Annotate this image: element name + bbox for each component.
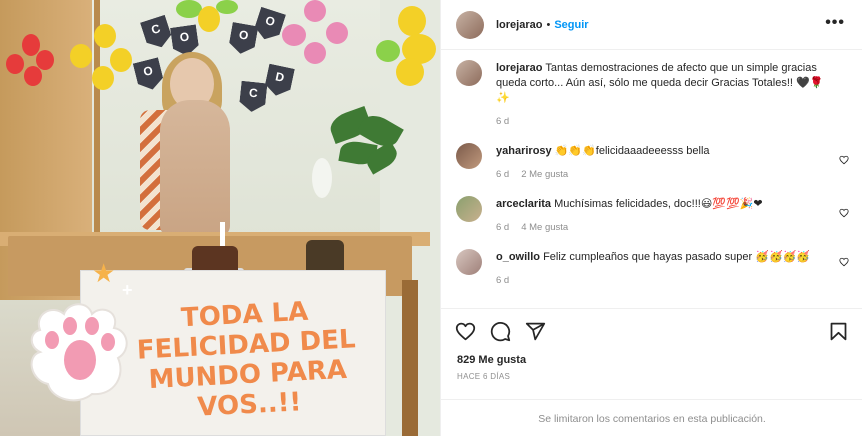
comment-text: Feliz cumpleaños que hayas pasado super … bbox=[543, 251, 811, 263]
balloon bbox=[36, 50, 54, 70]
heart-icon[interactable] bbox=[455, 321, 476, 342]
comment-body: yaharirosy 👏👏👏felicidaaadeeesss bella 6 … bbox=[496, 143, 847, 182]
comment-text: 👏👏👏felicidaaadeeesss bella bbox=[554, 145, 710, 157]
balloon bbox=[282, 24, 306, 46]
comment-username[interactable]: yaharirosy bbox=[496, 145, 552, 157]
caption-body: lorejarao Tantas demostraciones de afect… bbox=[496, 60, 847, 129]
lamp bbox=[312, 158, 332, 198]
caption-meta: 6 d bbox=[496, 114, 829, 129]
send-icon[interactable] bbox=[525, 321, 546, 342]
bunting-flag: O bbox=[228, 22, 259, 56]
action-icons bbox=[441, 309, 862, 342]
bookmark-icon[interactable] bbox=[828, 321, 849, 342]
caption-username[interactable]: lorejarao bbox=[496, 62, 542, 74]
balloon bbox=[110, 48, 132, 72]
commenter-avatar[interactable] bbox=[456, 196, 482, 222]
comment-time[interactable]: 6 d bbox=[496, 220, 509, 235]
commenter-avatar[interactable] bbox=[456, 249, 482, 275]
comments-list: lorejarao Tantas demostraciones de afect… bbox=[441, 60, 862, 306]
author-avatar[interactable] bbox=[456, 60, 482, 86]
balloon bbox=[70, 44, 92, 68]
balloon bbox=[94, 24, 116, 48]
comment-text: Muchísimas felicidades, doc!!!😃💯💯🎉❤ bbox=[554, 198, 763, 210]
balloon bbox=[326, 22, 348, 44]
comment-meta: 6 d bbox=[496, 273, 829, 288]
commenter-avatar[interactable] bbox=[456, 143, 482, 169]
sparkle-sticker-icon: + bbox=[122, 280, 133, 300]
post-actions: 829 Me gusta HACE 6 DÍAS Se limitaron lo… bbox=[441, 308, 862, 436]
comment-likes[interactable]: 4 Me gusta bbox=[521, 220, 568, 235]
paw-sticker-icon bbox=[30, 303, 128, 402]
balloon bbox=[92, 66, 114, 90]
comments-limited-notice: Se limitaron los comentarios en esta pub… bbox=[441, 399, 862, 436]
comment-likes[interactable]: 2 Me gusta bbox=[521, 167, 568, 182]
bunting-flag: O bbox=[133, 57, 165, 92]
balloon bbox=[24, 66, 42, 86]
caption-time[interactable]: 6 d bbox=[496, 114, 509, 129]
comment-username[interactable]: arceclarita bbox=[496, 198, 551, 210]
comment-icon[interactable] bbox=[490, 321, 511, 342]
comment-time[interactable]: 6 d bbox=[496, 273, 509, 288]
person-body bbox=[160, 100, 230, 236]
author-username[interactable]: lorejarao bbox=[496, 19, 542, 31]
bunting-flag: D bbox=[263, 64, 295, 99]
like-comment-icon[interactable] bbox=[839, 257, 849, 267]
instagram-post: C O O O O C D TODA LA FELICIDAD DEL MUND… bbox=[0, 0, 862, 436]
comment-meta: 6 d 4 Me gusta bbox=[496, 220, 829, 235]
comment-time[interactable]: 6 d bbox=[496, 167, 509, 182]
comment-username[interactable]: o_owillo bbox=[496, 251, 540, 263]
balloon bbox=[396, 58, 424, 86]
bunting-flag: C bbox=[239, 81, 268, 114]
author-avatar[interactable] bbox=[456, 10, 484, 39]
balloon bbox=[6, 54, 24, 74]
bunting-flag: C bbox=[140, 15, 174, 52]
balloon bbox=[376, 40, 400, 62]
balloon bbox=[216, 0, 238, 14]
candle bbox=[220, 222, 225, 246]
more-horizontal-icon[interactable]: ••• bbox=[825, 14, 845, 32]
star-sticker-icon: ★ bbox=[92, 258, 116, 288]
likes-count[interactable]: 829 Me gusta bbox=[441, 342, 862, 366]
bunting-flag: O bbox=[252, 7, 286, 44]
like-comment-icon[interactable] bbox=[839, 155, 849, 165]
comment: yaharirosy 👏👏👏felicidaaadeeesss bella 6 … bbox=[441, 129, 862, 182]
post-sidebar: lorejarao • Seguir ••• lorejarao Tantas … bbox=[440, 0, 862, 436]
separator-dot: • bbox=[546, 18, 551, 31]
caption-text: Tantas demostraciones de afecto que un s… bbox=[496, 62, 824, 104]
like-comment-icon[interactable] bbox=[839, 208, 849, 218]
balloon bbox=[304, 42, 326, 64]
post-header: lorejarao • Seguir ••• bbox=[441, 0, 862, 50]
caption: lorejarao Tantas demostraciones de afect… bbox=[441, 60, 862, 129]
comment-body: arceclarita Muchísimas felicidades, doc!… bbox=[496, 196, 847, 235]
desk-leg bbox=[402, 280, 418, 436]
banner-text: TODA LA FELICIDAD DEL MUNDO PARA VOS..!! bbox=[136, 296, 357, 423]
balloon bbox=[304, 0, 326, 22]
follow-button[interactable]: Seguir bbox=[554, 19, 588, 31]
balloon bbox=[398, 6, 426, 36]
post-time[interactable]: HACE 6 DÍAS bbox=[441, 366, 862, 381]
comment: o_owillo Feliz cumpleaños que hayas pasa… bbox=[441, 235, 862, 288]
post-photo[interactable]: C O O O O C D TODA LA FELICIDAD DEL MUND… bbox=[0, 0, 440, 436]
comment-meta: 6 d 2 Me gusta bbox=[496, 167, 829, 182]
comment: arceclarita Muchísimas felicidades, doc!… bbox=[441, 182, 862, 235]
comment-body: o_owillo Feliz cumpleaños que hayas pasa… bbox=[496, 249, 847, 288]
